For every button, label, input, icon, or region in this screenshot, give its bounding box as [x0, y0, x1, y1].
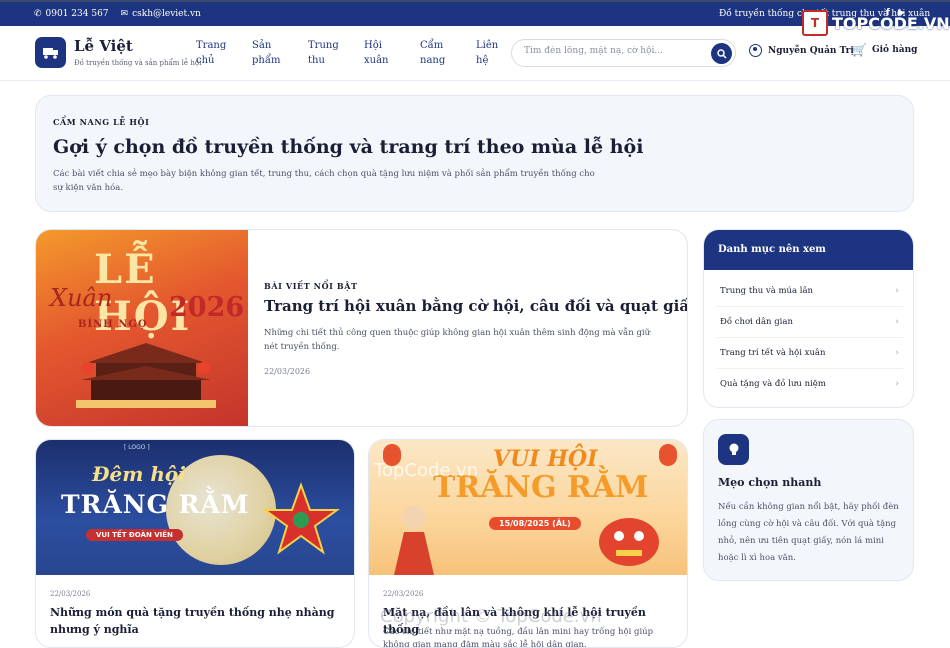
article-date: 22/03/2026	[50, 590, 91, 598]
temple-illustration	[76, 343, 216, 408]
page-hero: CẨM NANG LỄ HỘI Gợi ý chọn đồ truyền thố…	[35, 95, 914, 212]
cart-label: Giỏ hàng	[871, 45, 918, 55]
email-address: cskh@leviet.vn	[132, 9, 201, 19]
category-item[interactable]: Trung thu và múa lân ›	[716, 276, 903, 307]
star-lantern-illustration	[261, 482, 341, 555]
category-item[interactable]: Trang trí tết và hội xuân ›	[716, 338, 903, 369]
tip-description: Nếu cần không gian nổi bật, hãy phối đèn…	[718, 502, 899, 563]
chevron-right-icon: ›	[895, 317, 899, 327]
topcode-logo-text: TOPCODE.VN	[832, 13, 950, 33]
featured-description: Những chi tiết thủ công quen thuộc giúp …	[264, 328, 651, 352]
nav-guide[interactable]: Cẩm nang	[420, 38, 448, 68]
chevron-right-icon: ›	[895, 379, 899, 389]
contact-info: ✆ 0901 234 567 ✉ cskh@leviet.vn	[34, 9, 201, 19]
brand-tagline: Đồ truyền thống và sản phẩm lễ hội	[74, 59, 202, 67]
article-image[interactable]: [ LOGO ] Đêm hội TRĂNG RẰM VUI TẾT ĐOÀN …	[36, 440, 354, 575]
featured-article[interactable]: LỄ HỘI Xuân 2026 BÍNH NGỌ BÀI VIẾT NỔI B…	[35, 229, 688, 427]
truck-icon	[42, 47, 58, 59]
nav-mid-autumn[interactable]: Trung thu	[308, 38, 339, 68]
image-title-top: VUI HỘI	[493, 446, 598, 472]
article-title[interactable]: Những món quà tặng truyền thống nhẹ nhàn…	[50, 604, 346, 638]
search-button[interactable]	[711, 43, 732, 64]
email-contact[interactable]: ✉ cskh@leviet.vn	[121, 9, 201, 19]
nav-home[interactable]: Trang chủ	[196, 38, 226, 68]
category-label: Trung thu và múa lân	[720, 286, 814, 296]
cart-link[interactable]: 🛒 Giỏ hàng	[852, 43, 917, 57]
category-panel: Danh mục nên xem Trung thu và múa lân › Đ…	[703, 229, 914, 408]
hero-description: Các bài viết chia sẻ mẹo bày biện không …	[53, 169, 595, 193]
featured-title[interactable]: Trang trí hội xuân bằng cờ hội, câu đối …	[264, 297, 687, 315]
category-panel-title: Danh mục nên xem	[704, 230, 913, 270]
category-list: Trung thu và múa lân › Đồ chơi dân gian › …	[704, 276, 913, 400]
featured-image-subtitle: BÍNH NGỌ	[78, 319, 148, 330]
topcode-logo-box: T	[802, 10, 828, 36]
chevron-right-icon: ›	[895, 286, 899, 296]
brand-name[interactable]: Lễ Việt	[74, 37, 133, 55]
main-nav: Trang chủ Sản phẩm Trung thu Hội xuân Cẩ…	[196, 38, 532, 68]
nav-products[interactable]: Sản phẩm	[252, 38, 280, 68]
image-subtitle: VUI TẾT ĐOÀN VIÊN	[86, 529, 183, 541]
lantern-icon	[659, 444, 677, 466]
lightbulb-glyph	[729, 443, 738, 455]
user-name: Nguyễn Quản Trị	[768, 45, 854, 56]
image-title-script: Đêm hội	[92, 462, 186, 486]
image-logo-text: [ LOGO ]	[124, 444, 150, 451]
article-description: Các chi tiết như mặt nạ tuồng, đầu lân m…	[383, 627, 654, 648]
featured-image-script: Xuân	[50, 284, 113, 312]
nav-spring-festival[interactable]: Hội xuân	[364, 38, 392, 68]
tip-title: Mẹo chọn nhanh	[718, 476, 822, 489]
page-title: Gợi ý chọn đồ truyền thống và trang trí …	[53, 136, 644, 158]
search-icon	[716, 48, 727, 59]
category-item[interactable]: Đồ chơi dân gian ›	[716, 307, 903, 338]
copyright-watermark: Copyright © TopCode.vn	[380, 606, 602, 627]
phone-number: 0901 234 567	[45, 9, 109, 19]
user-account[interactable]: Nguyễn Quản Trị	[749, 44, 854, 57]
mail-icon: ✉	[120, 9, 129, 19]
image-date-badge: 15/08/2025 (ÂL)	[489, 517, 581, 530]
article-date: 22/03/2026	[383, 590, 424, 598]
topcode-logo: T TOPCODE.VN	[802, 10, 950, 36]
nav-contact[interactable]: Liên hệ	[476, 38, 504, 68]
featured-image[interactable]: LỄ HỘI Xuân 2026 BÍNH NGỌ	[36, 230, 248, 426]
hero-kicker: CẨM NANG LỄ HỘI	[53, 117, 150, 127]
featured-kicker: BÀI VIẾT NỔI BẬT	[264, 281, 358, 291]
search-box	[511, 39, 736, 67]
phone-contact[interactable]: ✆ 0901 234 567	[34, 9, 109, 19]
cart-icon: 🛒	[852, 43, 867, 57]
character-illustration	[394, 506, 434, 575]
category-label: Trang trí tết và hội xuân	[720, 348, 826, 358]
chevron-right-icon: ›	[895, 348, 899, 358]
user-icon	[749, 44, 762, 57]
search-input[interactable]	[524, 46, 704, 56]
category-label: Đồ chơi dân gian	[720, 317, 793, 327]
watermark-text: TopCode.vn	[374, 460, 479, 481]
phone-icon: ✆	[34, 9, 42, 19]
article-card[interactable]: [ LOGO ] Đêm hội TRĂNG RẰM VUI TẾT ĐOÀN …	[35, 439, 355, 648]
quick-tip-panel: Mẹo chọn nhanh Nếu cần không gian nổi bậ…	[703, 419, 914, 581]
lightbulb-icon	[718, 434, 749, 465]
lion-head-illustration	[599, 518, 659, 566]
category-item[interactable]: Quà tặng và đồ lưu niệm ›	[716, 369, 903, 400]
featured-date: 22/03/2026	[264, 367, 311, 376]
logo-icon[interactable]	[35, 37, 66, 68]
featured-image-year: 2026	[169, 292, 245, 323]
image-title: TRĂNG RẰM	[61, 490, 250, 519]
category-label: Quà tặng và đồ lưu niệm	[720, 379, 826, 389]
